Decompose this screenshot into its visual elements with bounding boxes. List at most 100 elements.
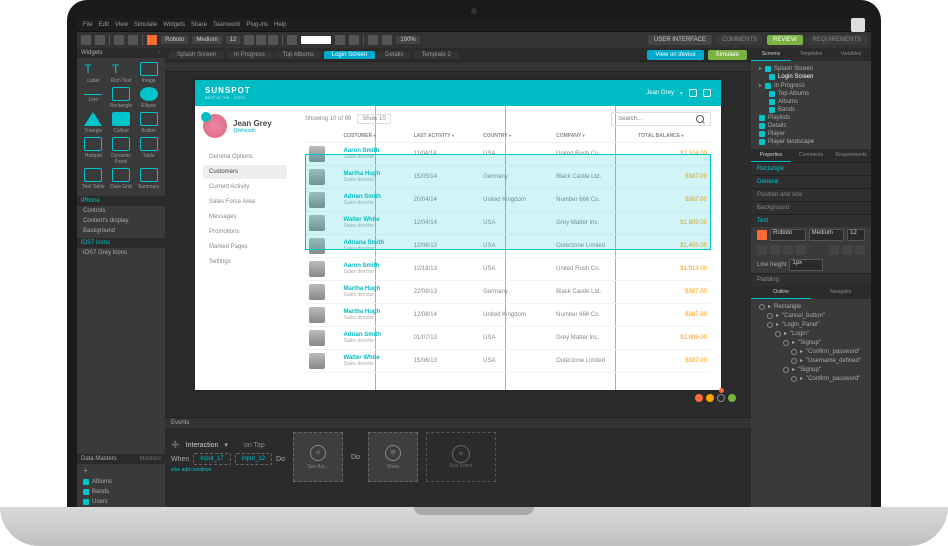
- redo-icon[interactable]: [95, 35, 105, 45]
- section-ios[interactable]: iOS7 icons: [77, 238, 165, 248]
- table-row[interactable]: Aaron SmithSales director11/04/14USAUnit…: [305, 143, 711, 166]
- align-center-icon[interactable]: [842, 245, 852, 255]
- widget-line[interactable]: Line: [81, 87, 106, 109]
- copy-icon[interactable]: [114, 35, 124, 45]
- tree-item[interactable]: Details: [755, 122, 867, 130]
- size-input[interactable]: 12: [847, 229, 865, 241]
- templates-tab[interactable]: Templates: [791, 48, 831, 61]
- handle-icon[interactable]: [717, 394, 725, 402]
- tree-item[interactable]: Player landscape: [755, 138, 867, 146]
- outline-item[interactable]: ▸"Login": [755, 329, 867, 338]
- handle-icon[interactable]: [695, 394, 703, 402]
- table-header[interactable]: COUNTRY ▾: [479, 130, 552, 143]
- tab-topalbums[interactable]: Top Albums: [275, 51, 322, 59]
- nav-item[interactable]: Customers: [203, 165, 287, 179]
- tree-item[interactable]: Bands: [755, 106, 867, 114]
- user-interface-button[interactable]: USER INTERFACE: [648, 35, 712, 45]
- line-icon[interactable]: [349, 35, 359, 45]
- outline-tab[interactable]: Outline: [751, 286, 811, 299]
- comments-tab[interactable]: Comments: [791, 149, 831, 162]
- table-header[interactable]: COMPANY ▾: [552, 130, 634, 143]
- widget-summary[interactable]: Summary: [136, 168, 161, 190]
- line-height-input[interactable]: 1px: [789, 259, 823, 271]
- eye-icon[interactable]: [767, 313, 773, 319]
- eye-icon[interactable]: [783, 340, 789, 346]
- user-avatar-icon[interactable]: [851, 18, 865, 32]
- font-select[interactable]: Roboto: [161, 36, 188, 44]
- outline-item[interactable]: ▸"Cancel_button": [755, 311, 867, 320]
- tab-details[interactable]: Details: [377, 51, 411, 59]
- tree-item[interactable]: ▸Splash Screen: [755, 64, 867, 73]
- section-iphone[interactable]: iPhone: [77, 196, 165, 206]
- text-color-icon[interactable]: [287, 35, 297, 45]
- nav-item[interactable]: Sales Force Area: [203, 195, 287, 209]
- table-header[interactable]: LAST ACTIVITY ▾: [410, 130, 480, 143]
- eye-icon[interactable]: [783, 367, 789, 373]
- widget-ellipse[interactable]: Ellipse: [136, 87, 161, 109]
- action-box[interactable]: 👁 Show: [368, 432, 418, 482]
- properties-tab[interactable]: Properties: [751, 149, 791, 162]
- font-input[interactable]: Roboto: [770, 229, 806, 241]
- eye-icon[interactable]: [759, 304, 765, 310]
- fill-swatch[interactable]: [301, 36, 331, 44]
- tree-item[interactable]: Player: [755, 130, 867, 138]
- underline-icon[interactable]: [783, 245, 793, 255]
- topbar-user[interactable]: Jean Grey: [646, 90, 674, 96]
- widget-hotspot[interactable]: Hotspot: [81, 137, 106, 165]
- tab-login[interactable]: Login Screen: [324, 51, 375, 59]
- eye-icon[interactable]: [791, 358, 797, 364]
- menu-teamwork[interactable]: Teamwork: [213, 22, 240, 28]
- screens-tab[interactable]: Screens: [751, 48, 791, 61]
- table-row[interactable]: Adrian SmithSales director01/07/13USAGre…: [305, 327, 711, 350]
- nav-item[interactable]: Settings: [203, 255, 287, 269]
- widget-image[interactable]: Image: [136, 62, 161, 84]
- tree-item[interactable]: Top Albums: [755, 90, 867, 98]
- distribute-icon[interactable]: [382, 35, 392, 45]
- section-controls[interactable]: Controls: [77, 206, 165, 216]
- tree-item[interactable]: Albums: [755, 98, 867, 106]
- prop-background[interactable]: Background: [751, 201, 871, 214]
- outline-item[interactable]: ▸"Confirm_password": [755, 347, 867, 356]
- menu-help[interactable]: Help: [274, 22, 286, 28]
- table-row[interactable]: Martha HughSales director15/05/14Germany…: [305, 166, 711, 189]
- table-row[interactable]: Martha HughSales director12/08/14United …: [305, 304, 711, 327]
- table-row[interactable]: Martha HughSales director22/08/13Germany…: [305, 281, 711, 304]
- ontap-label[interactable]: on Tap: [244, 442, 265, 449]
- search-box[interactable]: [611, 112, 711, 126]
- input-token[interactable]: Input_12: [235, 453, 272, 465]
- eye-icon[interactable]: [767, 322, 773, 328]
- widget-triangle[interactable]: Triangle: [81, 112, 106, 134]
- menu-edit[interactable]: Edit: [99, 22, 109, 28]
- widget-table[interactable]: Table: [136, 137, 161, 165]
- user-icon[interactable]: [703, 89, 711, 97]
- menu-simulate[interactable]: Simulate: [134, 22, 157, 28]
- widget-button[interactable]: Button: [136, 112, 161, 134]
- jim-icon[interactable]: [147, 35, 157, 45]
- weight-select[interactable]: Medium: [192, 36, 221, 44]
- input-token[interactable]: Input_17: [193, 453, 230, 465]
- menu-plugins[interactable]: Plug-ins: [246, 22, 268, 28]
- undo-icon[interactable]: [81, 35, 91, 45]
- widget-label[interactable]: Label: [81, 62, 106, 84]
- strike-icon[interactable]: [796, 245, 806, 255]
- simulate-button[interactable]: Simulate: [708, 50, 747, 60]
- outline-item[interactable]: ▸"Username_defined": [755, 356, 867, 365]
- widget-dynamic-panel[interactable]: Dynamic Panel: [109, 137, 134, 165]
- nav-item[interactable]: Marked Pages: [203, 240, 287, 254]
- handle-icon[interactable]: [706, 394, 714, 402]
- add-event-button[interactable]: + Add Event: [426, 432, 496, 482]
- tab-splash[interactable]: Splash Screen: [169, 51, 224, 59]
- italic-icon[interactable]: [256, 35, 266, 45]
- comments-button[interactable]: COMMENTS: [716, 35, 763, 45]
- widget-text-table[interactable]: Text Table: [81, 168, 106, 190]
- action-box[interactable]: ⚙ See Act...: [293, 432, 343, 482]
- search-input[interactable]: [618, 116, 696, 122]
- menu-share[interactable]: Share: [191, 22, 207, 28]
- nav-item[interactable]: Promotions: [203, 225, 287, 239]
- outline-item[interactable]: ▸Rectangle: [755, 302, 867, 311]
- req-tab[interactable]: Requirements: [831, 149, 871, 162]
- design-canvas[interactable]: SUNSPOT BEST IN THE... EVER Jean Grey ▾ …: [195, 80, 721, 390]
- tab-template2[interactable]: Template 2: [413, 51, 458, 59]
- nav-item[interactable]: General Options: [203, 150, 287, 164]
- handle-icon[interactable]: [728, 394, 736, 402]
